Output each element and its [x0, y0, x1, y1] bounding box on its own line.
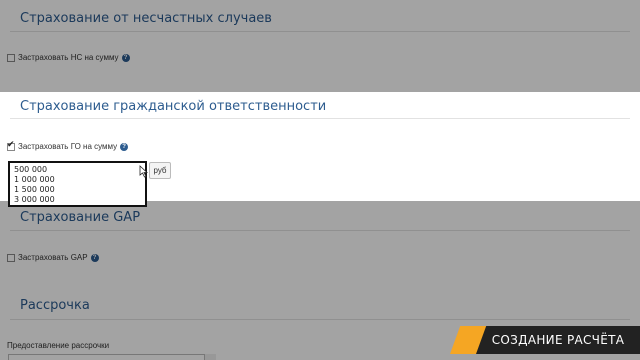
listbox-option[interactable]: 1 500 000	[14, 185, 141, 195]
installment-select[interactable]	[8, 354, 216, 360]
checkbox-accident[interactable]	[7, 53, 15, 62]
section-divider	[10, 319, 630, 320]
question-circle-icon[interactable]: ?	[90, 253, 99, 262]
question-circle-icon[interactable]: ?	[120, 142, 129, 151]
checkbox-row-accident[interactable]: Застраховать НС на сумму ?	[7, 53, 130, 62]
listbox-option[interactable]: 3 000 000	[14, 195, 141, 205]
question-circle-icon[interactable]: ?	[121, 53, 130, 62]
go-amount-listbox[interactable]: 500 000 1 000 000 1 500 000 3 000 000	[8, 161, 147, 207]
section-accident: Страхование от несчастных случаев Застра…	[0, 0, 640, 92]
checkbox-label-accident: Застраховать НС на сумму	[18, 53, 119, 62]
video-caption-banner: СОЗДАНИЕ РАСЧЁТА	[440, 326, 640, 354]
section-gap: Страхование GAP Застраховать GAP ?	[0, 201, 640, 286]
banner-text: СОЗДАНИЕ РАСЧЁТА	[491, 333, 625, 347]
section-divider	[10, 118, 630, 119]
checkbox-row-liability[interactable]: Застраховать ГО на сумму ?	[7, 140, 129, 151]
section-title-gap: Страхование GAP	[20, 210, 141, 225]
checkbox-liability[interactable]	[7, 140, 15, 151]
mouse-cursor-icon	[139, 165, 148, 178]
field-label-installment: Предоставление рассрочки	[7, 341, 110, 350]
section-title-liability: Страхование гражданской ответственности	[20, 99, 327, 114]
checkbox-row-gap[interactable]: Застраховать GAP ?	[7, 253, 99, 262]
checkbox-gap[interactable]	[7, 253, 15, 262]
section-title-accident: Страхование от несчастных случаев	[20, 11, 272, 26]
checkbox-label-liability: Застраховать ГО на сумму	[18, 142, 118, 151]
listbox-option[interactable]: 1 000 000	[14, 175, 141, 185]
currency-unit-button[interactable]: руб	[149, 162, 171, 179]
checkbox-label-gap: Застраховать GAP	[18, 253, 88, 262]
listbox-option[interactable]: 500 000	[14, 165, 141, 175]
chevron-down-icon[interactable]	[204, 354, 216, 360]
section-divider	[10, 31, 630, 32]
section-title-installment: Рассрочка	[20, 298, 90, 313]
section-divider	[10, 230, 630, 231]
